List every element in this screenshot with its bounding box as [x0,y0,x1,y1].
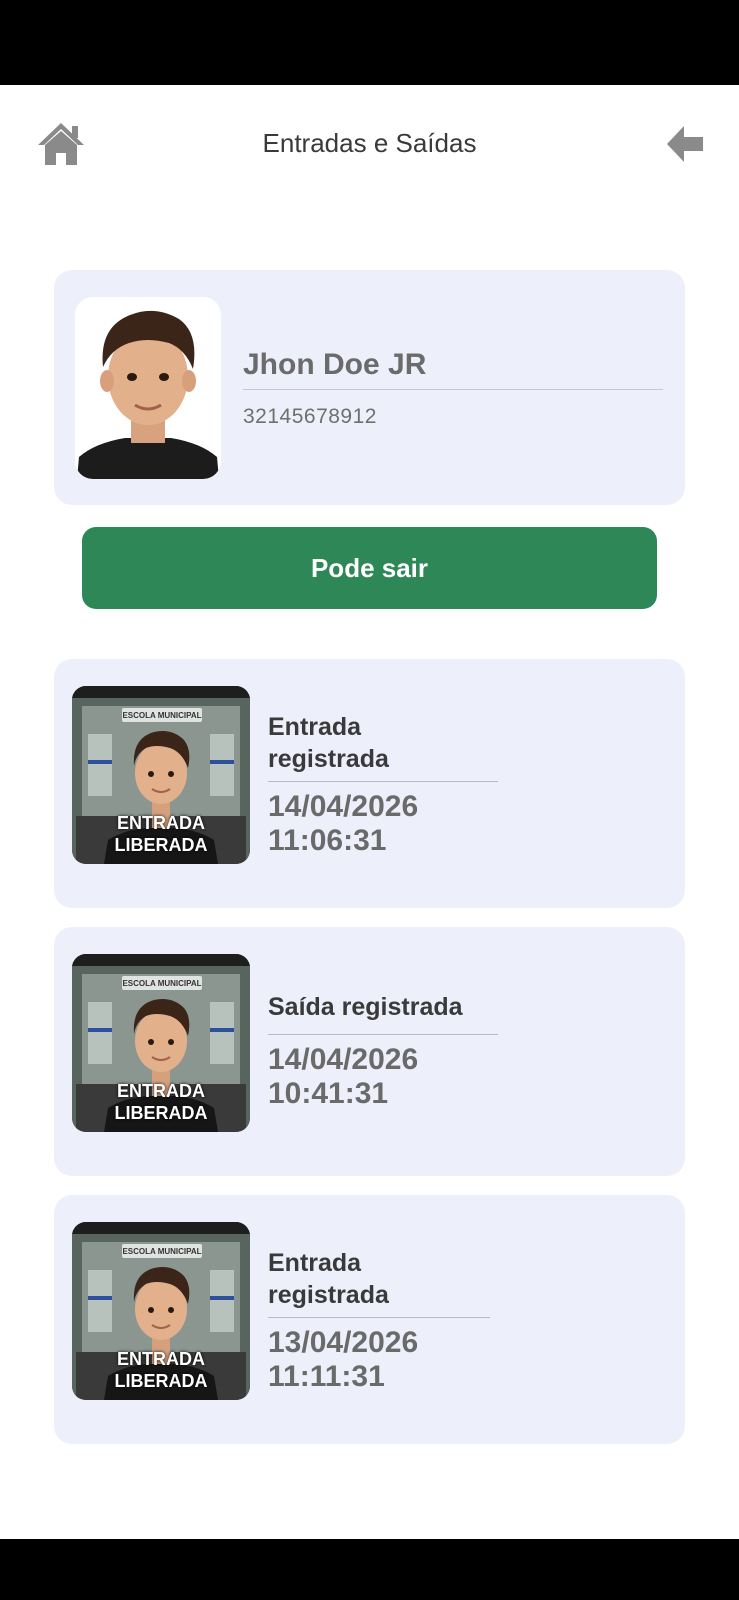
record-title: Saída registrada [268,993,463,1021]
photo-overlay-text: ENTRADA LIBERADA [114,813,208,855]
back-button[interactable] [664,123,706,165]
student-photo [75,297,221,479]
svg-text:ESCOLA MUNICIPAL: ESCOLA MUNICIPAL [122,711,201,720]
record-card[interactable]: ESCOLA MUNICIPAL ENTRADA LIBERADA Entrad… [54,1195,685,1444]
record-time: 10:41:31 [268,1077,389,1110]
record-title: Entrada registrada [268,1249,389,1309]
svg-text:ESCOLA MUNICIPAL: ESCOLA MUNICIPAL [122,1247,201,1256]
student-id: 32145678912 [243,405,377,428]
record-card[interactable]: ESCOLA MUNICIPAL ENTRADA LIBERADA Entrad… [54,659,685,908]
system-nav-bar [0,1539,739,1600]
record-photo: ESCOLA MUNICIPAL ENTRADA LIBERADA [72,1222,250,1400]
student-name: Jhon Doe JR [243,348,427,381]
divider [268,781,498,782]
svg-text:ESCOLA MUNICIPAL: ESCOLA MUNICIPAL [122,979,201,988]
record-time: 11:06:31 [268,824,387,857]
record-time: 11:11:31 [268,1360,385,1393]
photo-overlay-text: ENTRADA LIBERADA [114,1349,208,1391]
record-photo: ESCOLA MUNICIPAL ENTRADA LIBERADA [72,686,250,864]
record-photo: ESCOLA MUNICIPAL ENTRADA LIBERADA [72,954,250,1132]
record-date: 14/04/2026 [268,790,419,823]
record-date: 14/04/2026 [268,1043,419,1076]
record-date: 13/04/2026 [268,1326,419,1359]
record-card[interactable]: ESCOLA MUNICIPAL ENTRADA LIBERADA Saída … [54,927,685,1176]
divider [268,1034,498,1035]
divider [243,389,663,390]
record-title: Entrada registrada [268,713,389,773]
app-header: Entradas e Saídas [0,85,739,205]
arrow-left-icon [667,126,703,162]
divider [268,1317,490,1318]
status-bar [0,0,739,85]
page-title: Entradas e Saídas [262,128,477,158]
pode-sair-button[interactable]: Pode sair [82,527,657,609]
student-card: Jhon Doe JR 32145678912 [54,270,685,505]
photo-overlay-text: ENTRADA LIBERADA [114,1081,208,1123]
